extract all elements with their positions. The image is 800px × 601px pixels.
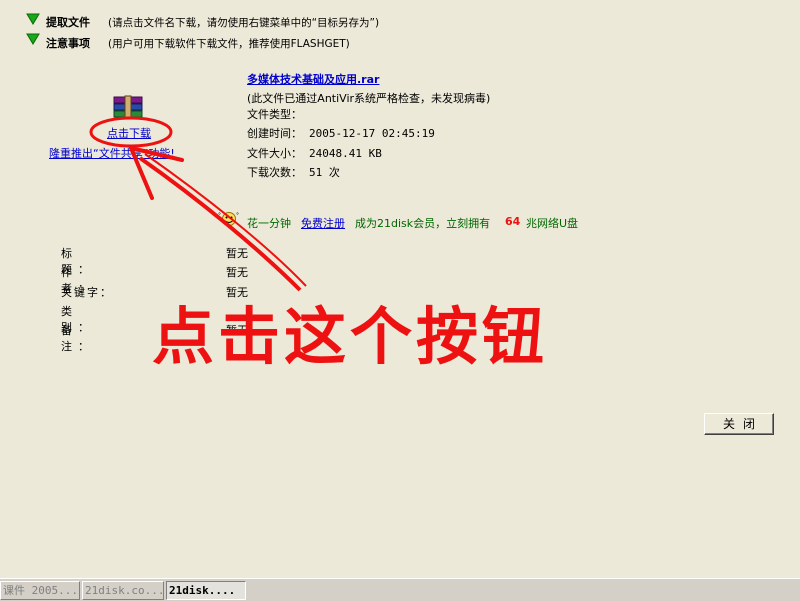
- taskbar: 课件 2005... 21disk.co... 21disk....: [0, 578, 800, 601]
- annotation-text: 点击这个按钮: [152, 300, 549, 373]
- created-time-row: 创建时间： 2005-12-17 02:45:19: [247, 125, 435, 143]
- green-arrow-icon: [26, 13, 40, 25]
- download-count-label: 下载次数：: [247, 166, 302, 179]
- file-size-label: 文件大小：: [247, 147, 302, 160]
- svg-text:°: °: [236, 212, 239, 219]
- browser-page: 提取文件 (请点击文件名下载，请勿使用右键菜单中的“目标另存为”) 注意事项 (…: [0, 0, 800, 578]
- file-name-link[interactable]: 多媒体技术基础及应用.rar: [247, 71, 379, 87]
- taskbar-item-courseware[interactable]: 课件 2005...: [0, 581, 80, 600]
- svg-text:°: °: [218, 212, 221, 219]
- close-button[interactable]: 关闭: [704, 413, 774, 435]
- promo-amount: 64: [505, 215, 521, 228]
- extract-title: 提取文件: [46, 16, 90, 29]
- created-time-value: 2005-12-17 02:45:19: [309, 127, 435, 140]
- extract-hint: (请点击文件名下载，请勿使用右键菜单中的“目标另存为”): [108, 17, 380, 29]
- download-link[interactable]: 点击下载: [107, 125, 151, 141]
- created-time-label: 创建时间：: [247, 127, 302, 140]
- download-count-row: 下载次数： 51 次: [247, 164, 340, 182]
- taskbar-item-21disk-active[interactable]: 21disk....: [166, 581, 246, 600]
- taskbar-item-21disk-com[interactable]: 21disk.co...: [82, 581, 164, 600]
- meta-remark-label: 备 注：: [61, 324, 95, 353]
- notice-title: 注意事项: [46, 37, 90, 50]
- meta-author-value: 暂无: [226, 266, 248, 279]
- rar-archive-icon[interactable]: [112, 95, 148, 121]
- file-type-row: 文件类型：: [247, 106, 309, 124]
- promo-middle: 成为21disk会员，立刻拥有: [355, 217, 491, 230]
- file-size-value: 24048.41 KB: [309, 147, 382, 160]
- green-arrow-icon: [26, 33, 40, 45]
- notice-hint: (用户可用下载软件下载文件，推荐使用FLASHGET): [108, 38, 350, 50]
- file-share-promo-link[interactable]: 隆重推出“文件共享”功能!: [49, 145, 175, 161]
- meta-keyword-label: 关键字：: [61, 286, 113, 299]
- download-count-value: 51 次: [309, 166, 340, 179]
- register-link[interactable]: 免费注册: [301, 215, 345, 231]
- promo-prefix: 花一分钟: [247, 217, 291, 230]
- smiley-icon: ° °: [218, 212, 239, 226]
- promo-suffix: 兆网络U盘: [526, 217, 579, 230]
- meta-title-value: 暂无: [226, 247, 248, 260]
- scan-note: (此文件已通过AntiVir系统严格检查，未发现病毒): [247, 92, 491, 105]
- file-size-row: 文件大小： 24048.41 KB: [247, 145, 382, 163]
- file-type-label: 文件类型：: [247, 108, 302, 121]
